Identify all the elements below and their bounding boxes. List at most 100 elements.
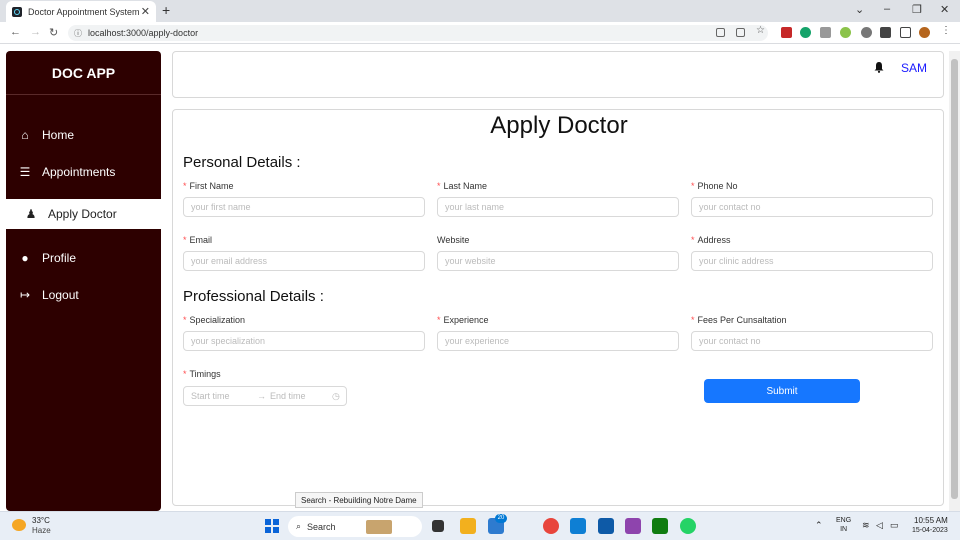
taskbar-date[interactable]: 15-04-2023 [912, 527, 948, 534]
grammarly-icon[interactable] [800, 27, 811, 38]
extension-red-icon[interactable] [781, 27, 792, 38]
share-icon[interactable] [736, 28, 745, 37]
minimize-button[interactable]: – [884, 3, 890, 15]
personal-details-heading: Personal Details : [183, 154, 301, 171]
app-purple-icon[interactable] [625, 518, 641, 534]
extension-green-icon[interactable] [840, 27, 851, 38]
extension-gray-icon[interactable] [861, 27, 872, 38]
weather-description[interactable]: Haze [32, 526, 51, 535]
weather-sun-icon[interactable] [12, 519, 26, 531]
address-bar-row: ← → ↻ ⓘ localhost:3000/apply-doctor ☆ ⋮ [0, 22, 960, 44]
taskbar-search[interactable]: ⌕ Search [288, 516, 422, 537]
site-info-icon[interactable]: ⓘ [74, 28, 82, 39]
page-title: Apply Doctor [490, 112, 628, 139]
logout-icon: ↦ [19, 288, 31, 302]
last-name-input[interactable]: your last name [437, 197, 679, 217]
email-label: * Email [183, 235, 213, 245]
chrome-icon[interactable] [543, 518, 559, 534]
clock-icon: ◷ [332, 390, 340, 401]
sidebar-item-appointments[interactable]: ☰ Appointments [6, 157, 161, 187]
new-tab-button[interactable]: + [162, 2, 170, 18]
show-hidden-icons-icon[interactable]: ⌃ [815, 520, 823, 531]
scrollbar-thumb[interactable] [951, 59, 958, 499]
sidebar-item-label: Apply Doctor [48, 207, 117, 221]
weather-temperature[interactable]: 33°C [32, 516, 50, 525]
task-view-icon[interactable] [432, 520, 444, 532]
sidebar-item-profile[interactable]: ● Profile [6, 243, 161, 273]
browser-tab-strip: Doctor Appointment System ✕ + ⌄ – ❐ ✕ [0, 0, 960, 22]
app-blue-icon[interactable] [598, 518, 614, 534]
side-panel-icon[interactable] [900, 27, 911, 38]
react-favicon-icon [12, 6, 22, 17]
end-time-input[interactable]: End time [270, 391, 332, 401]
battery-icon[interactable]: ▭ [890, 520, 899, 531]
experience-label: * Experience [437, 315, 489, 325]
taskbar-tooltip: Search - Rebuilding Notre Dame [295, 492, 423, 508]
taskbar-search-label: Search [307, 521, 336, 532]
list-icon: ☰ [19, 165, 31, 179]
timings-range-picker[interactable]: Start time → End time ◷ [183, 386, 347, 406]
profile-avatar-icon[interactable] [919, 27, 930, 38]
sidebar-item-apply-doctor[interactable]: ♟ Apply Doctor [6, 199, 161, 229]
start-time-input[interactable]: Start time [191, 391, 257, 401]
user-icon: ● [21, 251, 29, 265]
timings-label: * Timings [183, 369, 221, 379]
language-indicator[interactable]: ENG IN [836, 516, 851, 534]
back-icon[interactable]: ← [10, 26, 21, 38]
sidebar-item-home[interactable]: ⌂ Home [6, 120, 161, 150]
tab-close-icon[interactable]: ✕ [141, 5, 150, 18]
sidebar-item-logout[interactable]: ↦ Logout [6, 280, 161, 310]
start-windows-icon[interactable] [265, 519, 279, 533]
submit-button[interactable]: Submit [704, 379, 860, 403]
wifi-icon[interactable]: ≋ [862, 520, 870, 531]
experience-input[interactable]: your experience [437, 331, 679, 351]
mail-badge: 20 [495, 514, 507, 523]
vscode-icon[interactable] [570, 518, 586, 534]
sidebar-item-label: Home [42, 128, 75, 142]
windows-taskbar: 33°C Haze ⌕ Search 20 ⌃ ENG IN ≋ ◁ ▭ 10:5… [0, 511, 960, 540]
taskbar-time[interactable]: 10:55 AM [914, 516, 948, 525]
search-icon: ⌕ [296, 521, 302, 531]
apply-doctor-form: Apply Doctor Personal Details : * First N… [172, 109, 944, 506]
address-label: * Address [691, 235, 731, 245]
professional-details-heading: Professional Details : [183, 288, 324, 305]
maximize-button[interactable]: ❐ [912, 3, 922, 16]
sidebar-item-label: Profile [42, 251, 77, 265]
fees-input[interactable]: your contact no [691, 331, 933, 351]
range-arrow-icon: → [257, 391, 266, 401]
sidebar-item-label: Logout [42, 288, 79, 302]
close-window-button[interactable]: ✕ [940, 3, 949, 16]
bookmark-star-icon[interactable]: ☆ [756, 25, 767, 36]
fees-label: * Fees Per Cunsaltation [691, 315, 787, 325]
volume-icon[interactable]: ◁ [876, 520, 883, 531]
email-input[interactable]: your email address [183, 251, 425, 271]
install-icon[interactable] [716, 28, 725, 37]
tab-title: Doctor Appointment System [28, 6, 140, 17]
sidebar: DOC APP ⌂ Home ☰ Appointments ♟ Apply Do… [6, 51, 161, 511]
website-label: Website [437, 235, 470, 245]
phone-label: * Phone No [691, 181, 738, 191]
page-scrollbar[interactable] [949, 51, 960, 511]
user-name-link[interactable]: SAM [901, 61, 927, 75]
extensions-puzzle-icon[interactable] [880, 27, 891, 38]
phone-input[interactable]: your contact no [691, 197, 933, 217]
notification-bell-icon[interactable] [873, 61, 885, 76]
url-input[interactable]: ⓘ localhost:3000/apply-doctor [68, 25, 768, 41]
website-input[interactable]: your website [437, 251, 679, 271]
specialization-input[interactable]: your specialization [183, 331, 425, 351]
address-input[interactable]: your clinic address [691, 251, 933, 271]
first-name-input[interactable]: your first name [183, 197, 425, 217]
tab-search-icon[interactable]: ⌄ [855, 3, 864, 16]
browser-menu-icon[interactable]: ⋮ [941, 25, 951, 36]
reload-icon[interactable]: ↻ [49, 26, 58, 39]
search-highlight-icon [365, 519, 392, 534]
forward-icon[interactable]: → [30, 26, 41, 38]
specialization-label: * Specialization [183, 315, 246, 325]
camera-extension-icon[interactable] [820, 27, 831, 38]
first-name-label: * First Name [183, 181, 234, 191]
browser-tab[interactable]: Doctor Appointment System ✕ [6, 1, 156, 22]
whatsapp-icon[interactable] [680, 518, 696, 534]
xbox-icon[interactable] [652, 518, 668, 534]
file-explorer-icon[interactable] [460, 518, 476, 534]
user-doctor-icon: ♟ [25, 207, 37, 221]
